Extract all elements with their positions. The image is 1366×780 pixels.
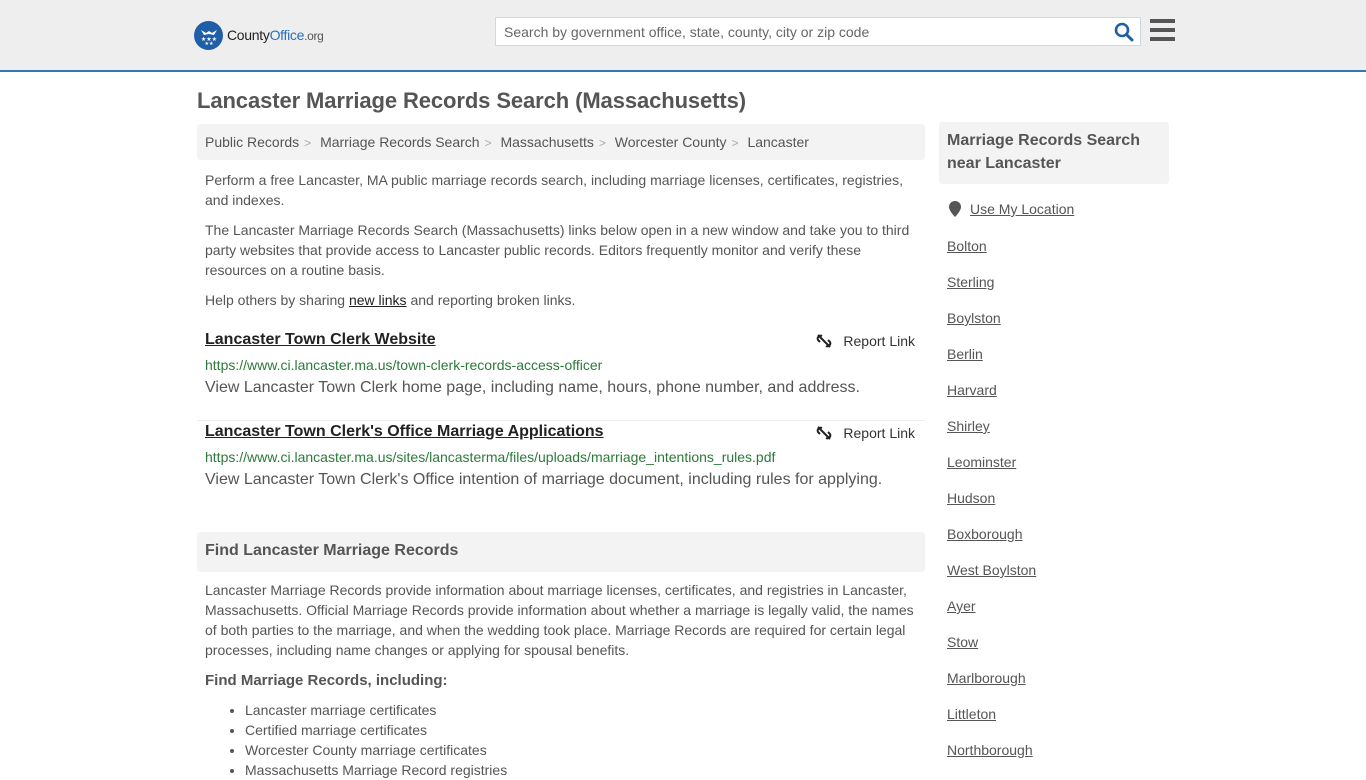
- breadcrumb-lancaster[interactable]: Lancaster: [747, 134, 808, 150]
- nearby-link-harvard[interactable]: Harvard: [947, 380, 1036, 416]
- breadcrumb-separator: >: [304, 136, 312, 150]
- nearby-link-boxborough[interactable]: Boxborough: [947, 524, 1036, 560]
- map-pin-icon: [949, 201, 961, 217]
- find-records-description: Lancaster Marriage Records provide infor…: [205, 582, 914, 658]
- result-url: https://www.ci.lancaster.ma.us/town-cler…: [205, 357, 603, 373]
- use-my-location-link[interactable]: Use My Location: [949, 201, 1074, 217]
- broken-link-icon: [817, 426, 832, 440]
- hamburger-menu-icon[interactable]: [1150, 19, 1175, 41]
- nearby-link-stow[interactable]: Stow: [947, 632, 1036, 668]
- breadcrumb-public-records[interactable]: Public Records: [205, 134, 299, 150]
- nearby-link-boylston[interactable]: Boylston: [947, 308, 1036, 344]
- intro-paragraph-3: Help others by sharing new links and rep…: [205, 292, 576, 308]
- breadcrumb: Public Records > Marriage Records Search >…: [197, 124, 925, 160]
- breadcrumb-separator: >: [484, 136, 492, 150]
- nearby-link-shirley[interactable]: Shirley: [947, 416, 1036, 452]
- search-button[interactable]: [1114, 22, 1134, 42]
- new-links-link[interactable]: new links: [349, 292, 407, 308]
- nearby-link-sterling[interactable]: Sterling: [947, 272, 1036, 308]
- intro-text: Perform a free Lancaster, MA public marr…: [205, 170, 920, 320]
- nearby-link-littleton[interactable]: Littleton: [947, 704, 1036, 740]
- result-title-link[interactable]: Lancaster Town Clerk's Office Marriage A…: [205, 423, 604, 441]
- result-item: Lancaster Town Clerk's Office Marriage A…: [197, 420, 925, 488]
- result-url: https://www.ci.lancaster.ma.us/sites/lan…: [205, 449, 776, 465]
- nearby-link-leominster[interactable]: Leominster: [947, 452, 1036, 488]
- search-icon: [1114, 22, 1134, 42]
- result-title-link[interactable]: Lancaster Town Clerk Website: [205, 331, 436, 349]
- site-search: [495, 17, 1141, 46]
- nearby-link-berlin[interactable]: Berlin: [947, 344, 1036, 380]
- page-title: Lancaster Marriage Records Search (Massa…: [197, 88, 746, 113]
- nearby-link-west-boylston[interactable]: West Boylston: [947, 560, 1036, 596]
- find-records-subheading: Find Marriage Records, including:: [205, 672, 448, 689]
- intro-paragraph-2: The Lancaster Marriage Records Search (M…: [205, 222, 910, 278]
- list-item: Massachusetts Marriage Record registries: [245, 760, 507, 780]
- intro-paragraph-1: Perform a free Lancaster, MA public marr…: [205, 172, 903, 208]
- breadcrumb-separator: >: [731, 136, 739, 150]
- result-description: View Lancaster Town Clerk home page, inc…: [205, 379, 860, 396]
- breadcrumb-separator: >: [598, 136, 606, 150]
- nearby-link-northborough[interactable]: Northborough: [947, 740, 1036, 776]
- report-link-button[interactable]: Report Link: [815, 424, 915, 442]
- nearby-link-hudson[interactable]: Hudson: [947, 488, 1036, 524]
- eagle-logo-icon: ★★★ ★★: [194, 20, 223, 50]
- nearby-link-bolton[interactable]: Bolton: [947, 236, 1036, 272]
- nearby-towns-list: Bolton Sterling Boylston Berlin Harvard …: [947, 236, 1036, 776]
- sidebar-heading: Marriage Records Search near Lancaster: [939, 122, 1169, 184]
- nearby-link-marlborough[interactable]: Marlborough: [947, 668, 1036, 704]
- breadcrumb-massachusetts[interactable]: Massachusetts: [500, 134, 593, 150]
- logo-wordmark: CountyOffice.org: [227, 27, 324, 43]
- result-description: View Lancaster Town Clerk's Office inten…: [205, 471, 883, 488]
- broken-link-icon: [817, 334, 832, 348]
- svg-text:★★: ★★: [204, 41, 213, 46]
- list-item: Lancaster marriage certificates: [245, 700, 507, 720]
- search-input[interactable]: [496, 18, 1106, 45]
- find-records-heading: Find Lancaster Marriage Records: [197, 532, 925, 572]
- record-types-list: Lancaster marriage certificates Certifie…: [245, 700, 507, 780]
- report-link-button[interactable]: Report Link: [815, 332, 915, 350]
- site-logo[interactable]: ★★★ ★★ CountyOffice.org: [194, 20, 324, 50]
- breadcrumb-marriage-records-search[interactable]: Marriage Records Search: [320, 134, 480, 150]
- breadcrumb-worcester-county[interactable]: Worcester County: [615, 134, 727, 150]
- list-item: Certified marriage certificates: [245, 720, 507, 740]
- list-item: Worcester County marriage certificates: [245, 740, 507, 760]
- site-header: ★★★ ★★ CountyOffice.org: [0, 0, 1366, 72]
- nearby-link-ayer[interactable]: Ayer: [947, 596, 1036, 632]
